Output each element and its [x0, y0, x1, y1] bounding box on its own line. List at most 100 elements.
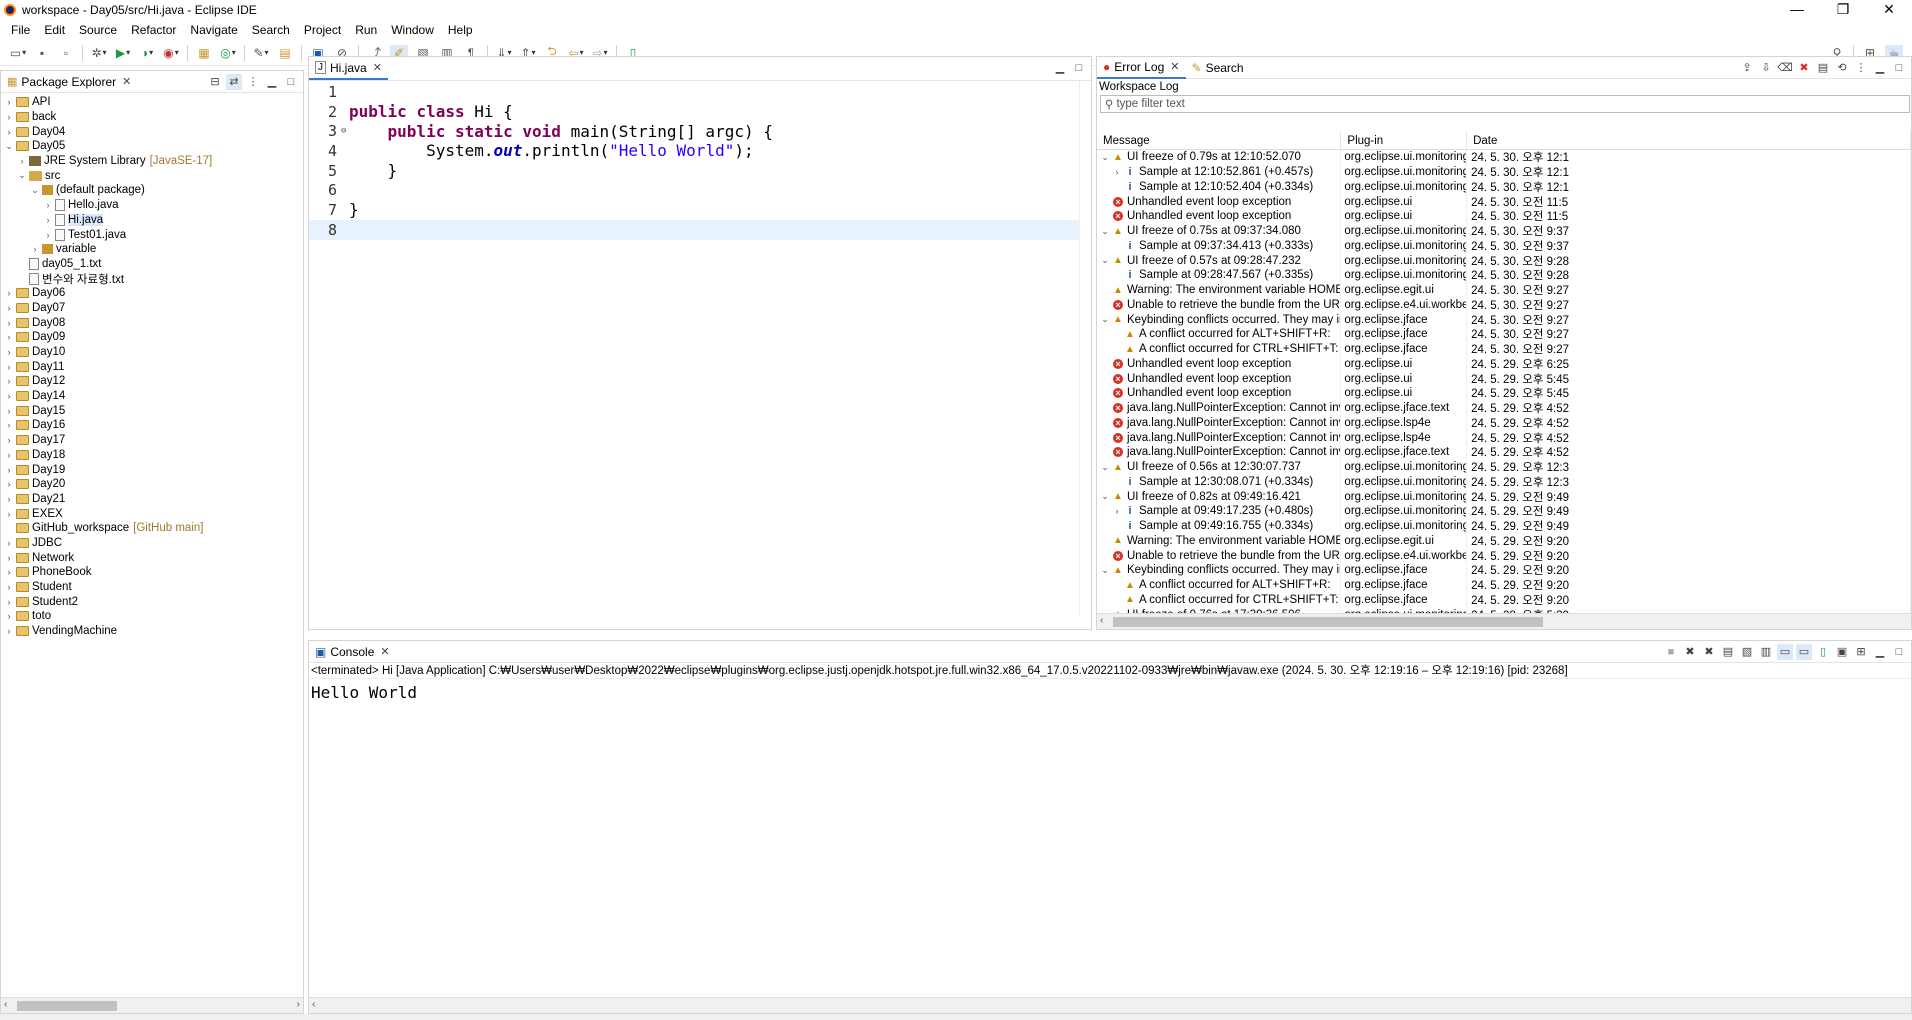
log-row[interactable]: java.lang.NullPointerException: Cannot i… [1097, 430, 1911, 445]
collapsed-arrow-icon[interactable]: › [3, 288, 15, 298]
new-java-class-icon[interactable]: ◎ [219, 45, 237, 61]
collapsed-arrow-icon[interactable]: › [1111, 506, 1123, 516]
log-row[interactable]: java.lang.NullPointerException: Cannot i… [1097, 445, 1911, 460]
menu-project[interactable]: Project [297, 23, 348, 37]
log-row[interactable]: Unable to retrieve the bundle from the U… [1097, 297, 1911, 313]
horizontal-scrollbar[interactable]: ‹ [309, 997, 1911, 1013]
collapsed-arrow-icon[interactable]: › [16, 156, 28, 166]
horizontal-scrollbar[interactable]: ‹ › [1, 997, 303, 1013]
expanded-arrow-icon[interactable]: ⌄ [29, 185, 41, 196]
close-icon[interactable]: ✕ [373, 61, 382, 74]
menu-source[interactable]: Source [72, 23, 124, 37]
minimize-icon[interactable]: ▁ [1872, 644, 1888, 660]
code-line[interactable]: 8 [309, 219, 1079, 240]
menu-file[interactable]: File [4, 23, 37, 37]
log-row[interactable]: Sample at 12:30:08.071 (+0.334s) org.ecli… [1097, 474, 1911, 490]
tree-item[interactable]: › Day12 [1, 374, 303, 389]
maximize-icon[interactable]: □ [283, 74, 299, 90]
log-row[interactable]: Unable to retrieve the bundle from the U… [1097, 548, 1911, 563]
display-console-icon[interactable]: ▣ [1834, 644, 1850, 660]
code-line[interactable]: 2 public class Hi { [309, 102, 1079, 122]
collapsed-arrow-icon[interactable]: › [3, 347, 15, 357]
tree-item[interactable]: › Day17 [1, 433, 303, 448]
filter-input[interactable]: ⚲ type filter text [1100, 95, 1910, 113]
log-row[interactable]: › Sample at 09:49:17.235 (+0.480s) org.ecl… [1097, 504, 1911, 519]
expanded-arrow-icon[interactable]: ⌄ [1099, 255, 1111, 266]
collapsed-arrow-icon[interactable]: › [3, 582, 15, 592]
scroll-lock-icon[interactable]: ▧ [1739, 644, 1755, 660]
collapsed-arrow-icon[interactable]: › [29, 244, 41, 254]
log-row[interactable]: ⌄ UI freeze of 0.56s at 12:30:07.737 org.e… [1097, 459, 1911, 475]
collapsed-arrow-icon[interactable]: › [3, 509, 15, 519]
collapsed-arrow-icon[interactable]: › [1111, 167, 1123, 177]
column-plugin[interactable]: Plug-in [1341, 132, 1468, 149]
collapsed-arrow-icon[interactable]: › [3, 303, 15, 313]
new-icon[interactable]: ▭ [9, 45, 27, 61]
collapsed-arrow-icon[interactable]: › [42, 215, 54, 225]
new-java-package-icon[interactable]: ▦ [195, 45, 213, 61]
view-menu-icon[interactable]: ⋮ [245, 74, 261, 90]
menu-navigate[interactable]: Navigate [183, 23, 244, 37]
log-row[interactable]: ⌄ Keybinding conflicts occurred. They may… [1097, 312, 1911, 327]
expanded-arrow-icon[interactable]: ⌄ [1099, 491, 1111, 502]
log-row[interactable]: Unhandled event loop exception org.eclips… [1097, 356, 1911, 372]
collapsed-arrow-icon[interactable]: › [3, 465, 15, 475]
menu-search[interactable]: Search [245, 23, 297, 37]
scroll-left-icon[interactable]: ‹ [1100, 615, 1103, 626]
tab-error-log[interactable]: ● Error Log ✕ [1097, 57, 1186, 79]
tree-item[interactable]: › Day14 [1, 389, 303, 404]
pin-console-icon[interactable]: ▯ [1815, 644, 1831, 660]
log-row[interactable]: ⌄ UI freeze of 0.57s at 09:28:47.232 org.e… [1097, 253, 1911, 268]
restore-log-icon[interactable]: ⟲ [1834, 60, 1850, 76]
collapsed-arrow-icon[interactable]: › [3, 332, 15, 342]
run-icon[interactable]: ▶ [114, 45, 132, 61]
column-message[interactable]: Message [1097, 132, 1342, 149]
collapsed-arrow-icon[interactable]: › [3, 450, 15, 460]
log-row[interactable]: Unhandled event loop exception org.eclips… [1097, 386, 1911, 401]
tree-item[interactable]: day05_1.txt [1, 257, 303, 272]
tree-item[interactable]: › back [1, 110, 303, 125]
tree-item[interactable]: › Day07 [1, 301, 303, 316]
collapsed-arrow-icon[interactable]: › [3, 112, 15, 122]
tree-item[interactable]: › toto [1, 609, 303, 624]
minimize-button[interactable]: — [1774, 0, 1820, 20]
log-row[interactable]: › Sample at 12:10:52.861 (+0.457s) org.ecl… [1097, 164, 1911, 180]
tab-hi-java[interactable]: J Hi.java ✕ [309, 58, 388, 80]
minimize-icon[interactable]: ▁ [1872, 60, 1888, 76]
project-tree[interactable]: › API › back › Day04 ⌄ Day05 › JRE System Library… [1, 95, 303, 995]
close-icon[interactable]: ✕ [122, 75, 131, 88]
log-row[interactable]: A conflict occurred for CTRL+SHIFT+T:org… [1097, 592, 1911, 608]
scroll-thumb[interactable] [17, 1001, 117, 1011]
menu-run[interactable]: Run [348, 23, 384, 37]
tree-item[interactable]: 변수와 자료형.txt [1, 271, 303, 286]
log-row[interactable]: A conflict occurred for CTRL+SHIFT+T:org… [1097, 341, 1911, 357]
menu-refactor[interactable]: Refactor [124, 23, 183, 37]
close-button[interactable]: ✕ [1866, 0, 1912, 20]
delete-log-icon[interactable]: ✖ [1796, 60, 1812, 76]
search-tool-icon[interactable]: ✎ [252, 45, 270, 61]
maximize-icon[interactable]: □ [1891, 60, 1907, 76]
tree-item[interactable]: › Day21 [1, 492, 303, 507]
collapsed-arrow-icon[interactable]: › [3, 318, 15, 328]
tree-item[interactable]: › VendingMachine [1, 624, 303, 639]
tree-item[interactable]: › Day19 [1, 462, 303, 477]
log-row[interactable]: ⌄ UI freeze of 0.82s at 09:49:16.421 org.e… [1097, 489, 1911, 504]
minimize-icon[interactable]: ▁ [264, 74, 280, 90]
collapsed-arrow-icon[interactable]: › [42, 200, 54, 210]
expanded-arrow-icon[interactable]: ⌄ [1099, 462, 1111, 473]
log-row[interactable]: Unhandled event loop exception org.eclips… [1097, 194, 1911, 209]
collapsed-arrow-icon[interactable]: › [3, 362, 15, 372]
tree-item[interactable]: › JDBC [1, 536, 303, 551]
log-row[interactable]: ⌄ UI freeze of 0.79s at 12:10:52.070 org.e… [1097, 150, 1911, 165]
maximize-icon[interactable]: □ [1891, 644, 1907, 660]
open-log-icon[interactable]: ▤ [1815, 60, 1831, 76]
log-row[interactable]: Sample at 09:49:16.755 (+0.334s) org.ecli… [1097, 518, 1911, 534]
collapsed-arrow-icon[interactable]: › [3, 97, 15, 107]
vertical-scrollbar[interactable] [1079, 82, 1091, 617]
log-row[interactable]: A conflict occurred for ALT+SHIFT+R: org.… [1097, 327, 1911, 342]
log-row[interactable]: java.lang.NullPointerException: Cannot i… [1097, 400, 1911, 416]
terminate-icon[interactable]: ■ [1663, 644, 1679, 660]
collapse-all-icon[interactable]: ⊟ [207, 74, 223, 90]
expanded-arrow-icon[interactable]: ⌄ [1099, 152, 1111, 163]
clear-log-icon[interactable]: ⌫ [1777, 60, 1793, 76]
